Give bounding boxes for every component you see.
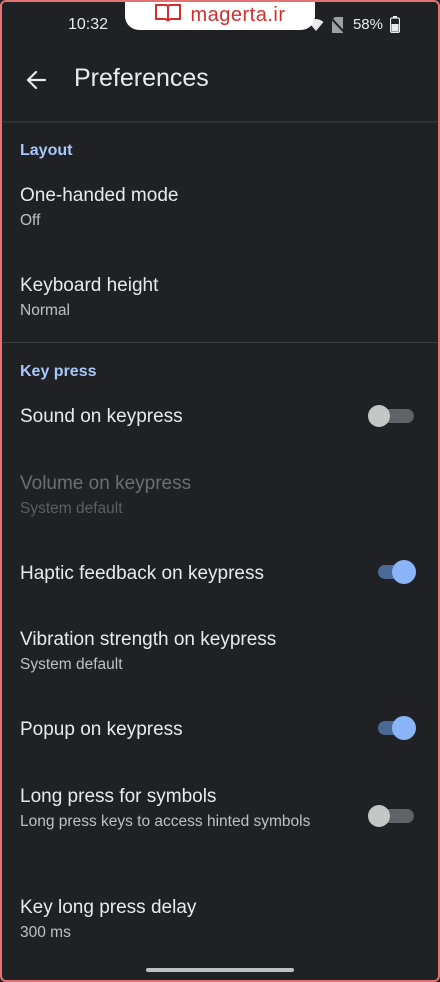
arrow-back-icon: [25, 69, 47, 96]
switch-thumb: [368, 805, 390, 827]
pref-sound-on-keypress[interactable]: Sound on keypress: [0, 392, 440, 444]
switch-thumb: [392, 560, 416, 584]
pref-summary: Off: [20, 212, 41, 229]
pref-summary: Long press keys to access hinted symbols: [20, 813, 311, 830]
watermark-text: magerta.ir: [190, 3, 286, 26]
pref-long-press-symbols[interactable]: Long press for symbols Long press keys t…: [0, 772, 440, 864]
pref-title: Volume on keypress: [20, 473, 192, 494]
pref-key-long-press-delay[interactable]: Key long press delay 300 ms: [0, 884, 440, 950]
pref-title: Sound on keypress: [20, 406, 183, 427]
haptic-feedback-switch[interactable]: [376, 560, 416, 584]
pref-title: Haptic feedback on keypress: [20, 563, 264, 584]
page-title: Preferences: [74, 64, 209, 92]
pref-summary: 300 ms: [20, 924, 71, 941]
pref-one-handed-mode[interactable]: One-handed mode Off: [0, 172, 440, 258]
battery-percent: 58%: [352, 16, 383, 33]
pref-summary: System default: [20, 500, 123, 517]
pref-title: One-handed mode: [20, 185, 179, 206]
app-bar: Preferences: [0, 52, 440, 118]
pref-title: Long press for symbols: [20, 786, 217, 807]
battery-icon: [390, 16, 400, 33]
section-header-layout: Layout: [20, 142, 73, 159]
switch-thumb: [368, 405, 390, 427]
pref-haptic-feedback[interactable]: Haptic feedback on keypress: [0, 548, 440, 600]
pref-title: Key long press delay: [20, 897, 197, 918]
pref-title: Vibration strength on keypress: [20, 629, 277, 650]
preferences-screen: 10:32 58% magerta.ir Preferences Layout …: [0, 0, 440, 982]
status-time: 10:32: [68, 16, 109, 33]
popup-on-keypress-switch[interactable]: [376, 716, 416, 740]
pref-summary: System default: [20, 656, 123, 673]
pref-popup-on-keypress[interactable]: Popup on keypress: [0, 704, 440, 756]
pref-title: Keyboard height: [20, 275, 159, 296]
section-header-key-press: Key press: [20, 363, 97, 380]
section-divider: [0, 342, 440, 343]
app-bar-divider: [0, 121, 440, 123]
long-press-symbols-switch[interactable]: [368, 804, 416, 828]
gesture-nav-handle[interactable]: [146, 968, 294, 972]
pref-volume-on-keypress: Volume on keypress System default: [0, 460, 440, 526]
pref-title: Popup on keypress: [20, 719, 183, 740]
back-button[interactable]: [18, 64, 54, 100]
pref-vibration-strength[interactable]: Vibration strength on keypress System de…: [0, 616, 440, 682]
no-sim-icon: [330, 16, 344, 33]
sound-on-keypress-switch[interactable]: [368, 404, 416, 428]
pref-keyboard-height[interactable]: Keyboard height Normal: [0, 262, 440, 342]
status-icons: 58%: [308, 16, 400, 33]
pref-summary: Normal: [20, 302, 70, 319]
book-logo-icon: [154, 3, 182, 28]
watermark: magerta.ir: [125, 0, 315, 30]
switch-thumb: [392, 716, 416, 740]
